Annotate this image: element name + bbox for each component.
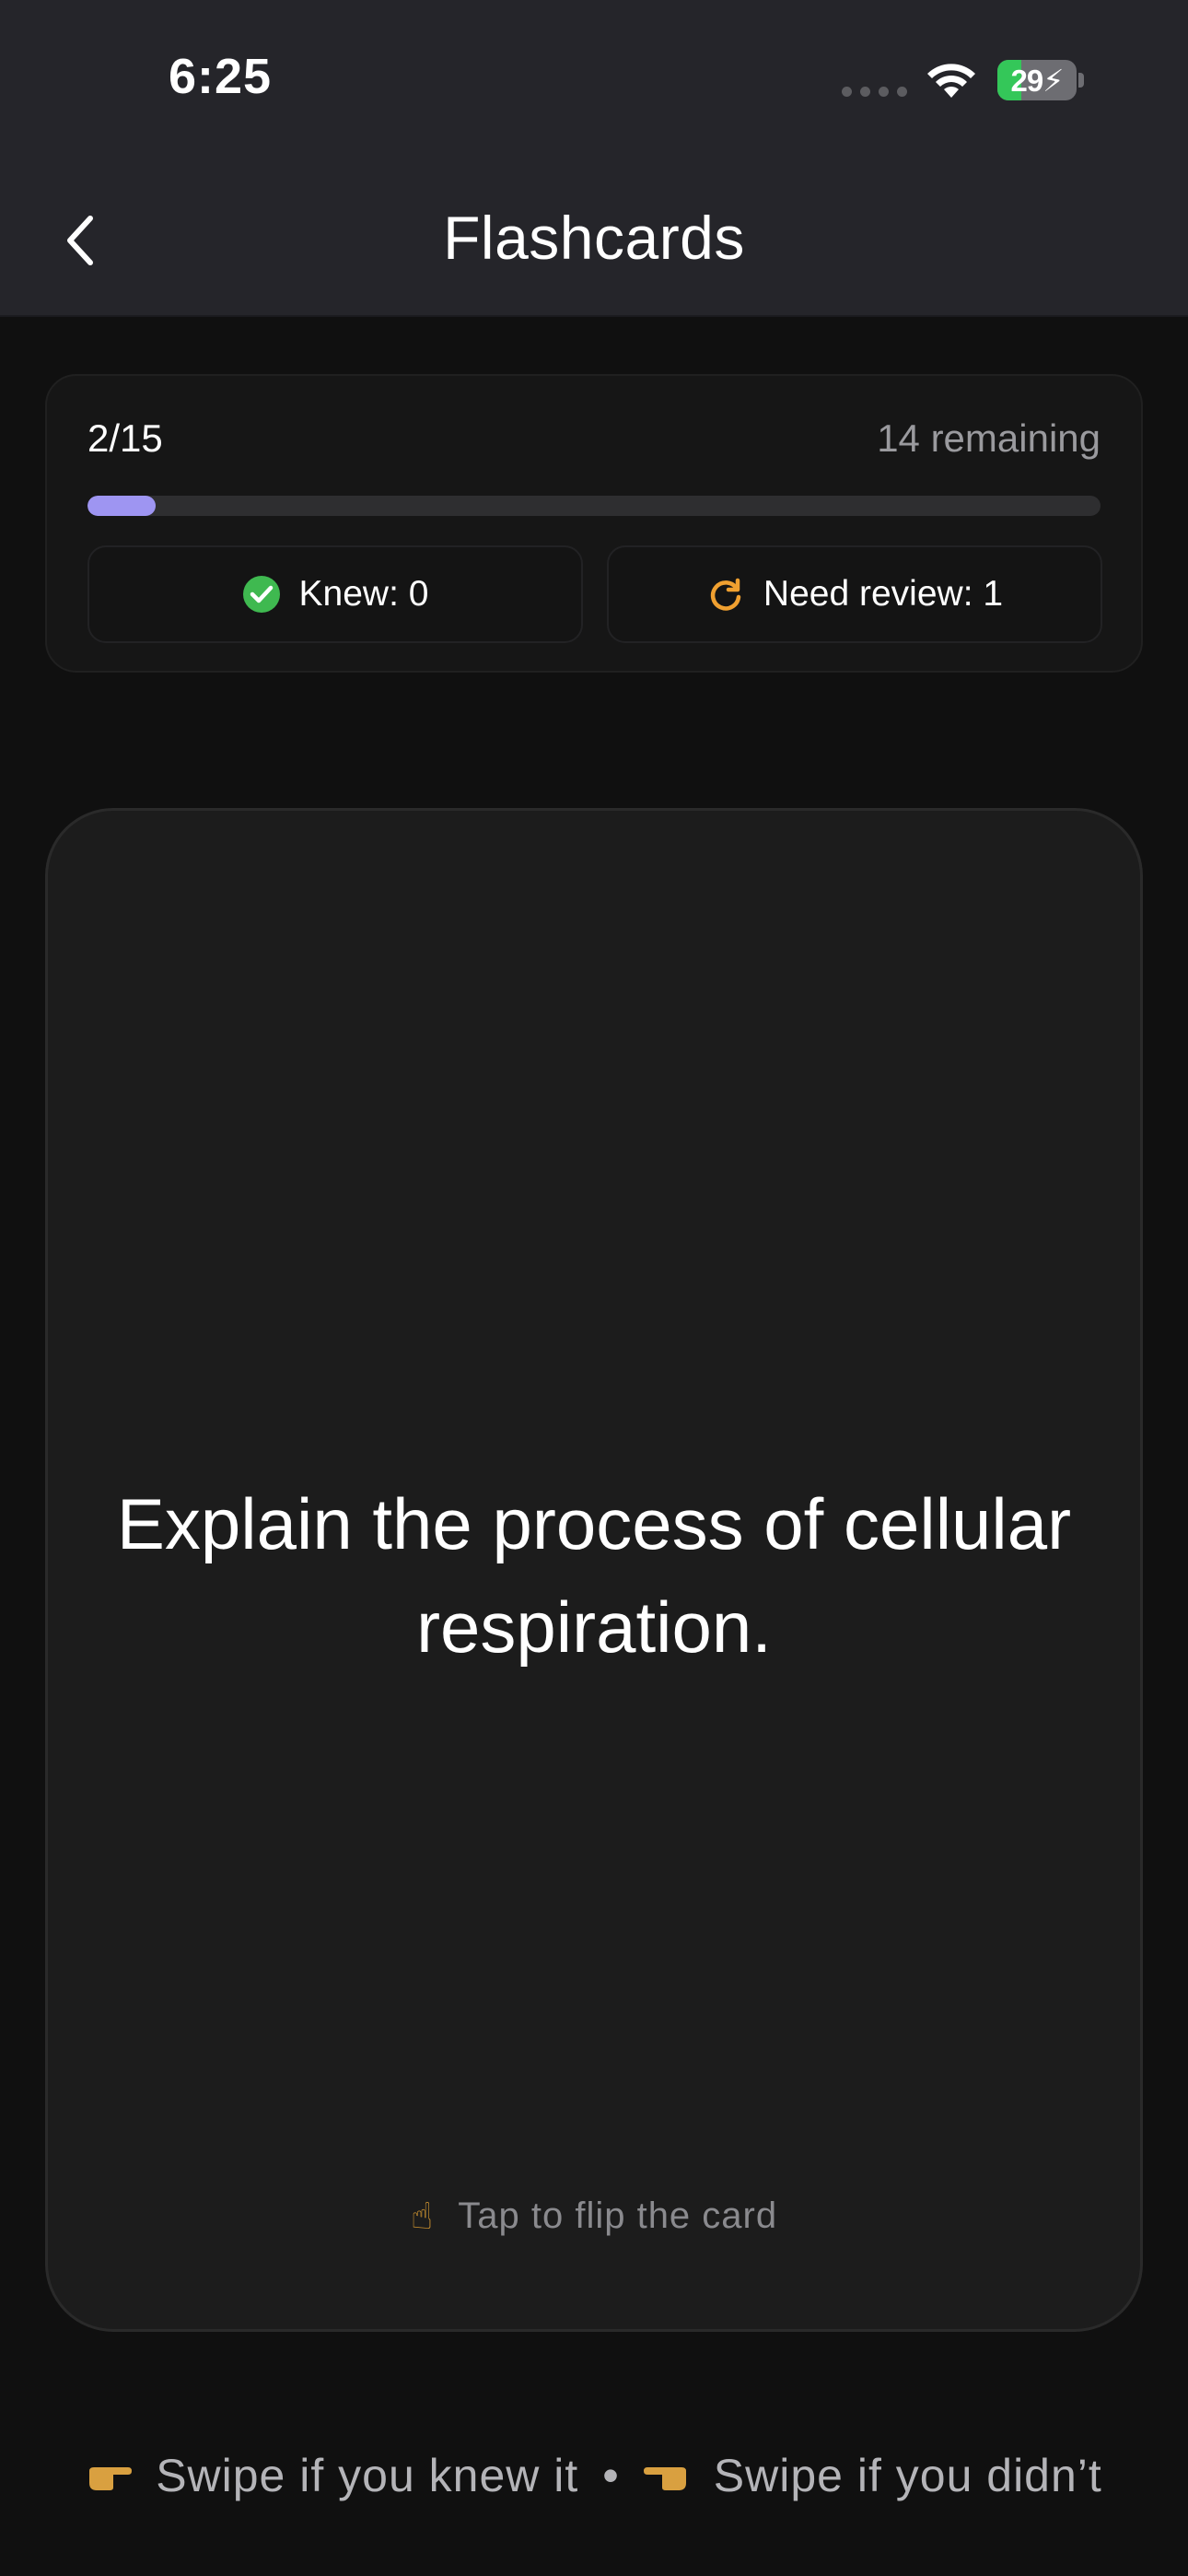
battery-tip	[1078, 73, 1084, 88]
pointing-right-hand-icon	[89, 2467, 133, 2490]
status-time: 6:25	[169, 49, 273, 104]
page-title: Flashcards	[443, 204, 745, 272]
wifi-icon	[927, 64, 975, 98]
swipe-instructions: Swipe if you knew it • Swipe if you didn…	[0, 2449, 1188, 2502]
progress-bar	[87, 496, 1101, 516]
swipe-left-text: Swipe if you didn’t	[713, 2450, 1102, 2501]
knew-stat: Knew: 0	[87, 545, 583, 643]
need-review-label: Need review: 1	[763, 574, 1004, 614]
flashcards-screen: 6:25 29⚡ Flashcards 2/15 14 remaining Kn…	[0, 0, 1188, 2576]
card-question: Explain the process of cellular respirat…	[116, 1483, 1072, 1668]
flip-hint: ☝ Tap to flip the card	[48, 2195, 1140, 2237]
flashcard[interactable]: Explain the process of cellular respirat…	[45, 808, 1143, 2332]
progress-card: 2/15 14 remaining Knew: 0 Need review: 1	[45, 374, 1143, 673]
card-counter: 2/15	[87, 416, 163, 460]
bolt-icon: ⚡	[1042, 64, 1064, 98]
remaining-count: 14 remaining	[877, 416, 1101, 460]
swipe-separator: •	[602, 2450, 620, 2501]
progress-bar-fill	[87, 496, 156, 516]
need-review-stat: Need review: 1	[607, 545, 1102, 643]
pointing-up-hand-icon: ☝	[410, 2195, 435, 2237]
top-bar: 6:25 29⚡ Flashcards	[0, 0, 1188, 317]
pointing-left-hand-icon	[643, 2467, 686, 2490]
cellular-signal-icon	[842, 87, 907, 97]
battery-percent: 29	[1010, 64, 1044, 98]
refresh-icon	[710, 578, 741, 611]
battery-charging-icon: 29⚡	[997, 60, 1077, 100]
knew-label: Knew: 0	[298, 574, 429, 614]
swipe-right-text: Swipe if you knew it	[156, 2450, 579, 2501]
flip-hint-text: Tap to flip the card	[458, 2195, 778, 2236]
check-circle-icon	[242, 576, 280, 613]
